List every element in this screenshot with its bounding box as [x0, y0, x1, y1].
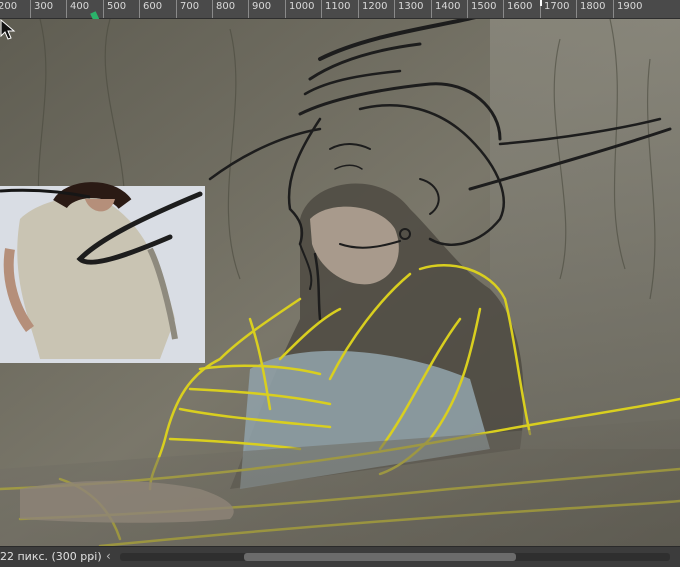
horizontal-scrollbar[interactable] [120, 553, 670, 561]
status-prev-button[interactable]: ‹ [106, 549, 111, 563]
arrow-cursor-icon [0, 19, 16, 40]
ruler-tick: 700 [176, 0, 199, 18]
horizontal-ruler: 200 300 400 500 600 700 800 900 1000 110… [0, 0, 680, 23]
ruler-tick: 900 [248, 0, 271, 18]
canvas-artwork [0, 19, 680, 546]
ruler-tick: 1100 [321, 0, 350, 18]
ruler-tick: 1400 [431, 0, 460, 18]
status-bar: 22 пикс. (300 ppi) › ‹ [0, 546, 680, 567]
ruler-tick: 1200 [358, 0, 387, 18]
status-next-button[interactable]: › [90, 549, 95, 563]
ruler-tick: 300 [30, 0, 53, 18]
ruler-tick: 1300 [394, 0, 423, 18]
ruler-tick: 1600 [503, 0, 532, 18]
ruler-tick: 600 [139, 0, 162, 18]
ruler-tick: 1900 [613, 0, 642, 18]
canvas-size-readout: 22 пикс. (300 ppi) [0, 550, 102, 563]
ruler-cursor-indicator [540, 0, 542, 6]
ruler-tick: 400 [66, 0, 89, 18]
reference-image [0, 182, 205, 363]
scrollbar-thumb[interactable] [244, 553, 516, 561]
ruler-tick: 500 [103, 0, 126, 18]
ruler-tick: 1000 [285, 0, 314, 18]
ruler-tick: 1800 [576, 0, 605, 18]
drawing-canvas[interactable] [0, 19, 680, 546]
ruler-tick: 800 [212, 0, 235, 18]
ruler-tick: 1500 [467, 0, 496, 18]
